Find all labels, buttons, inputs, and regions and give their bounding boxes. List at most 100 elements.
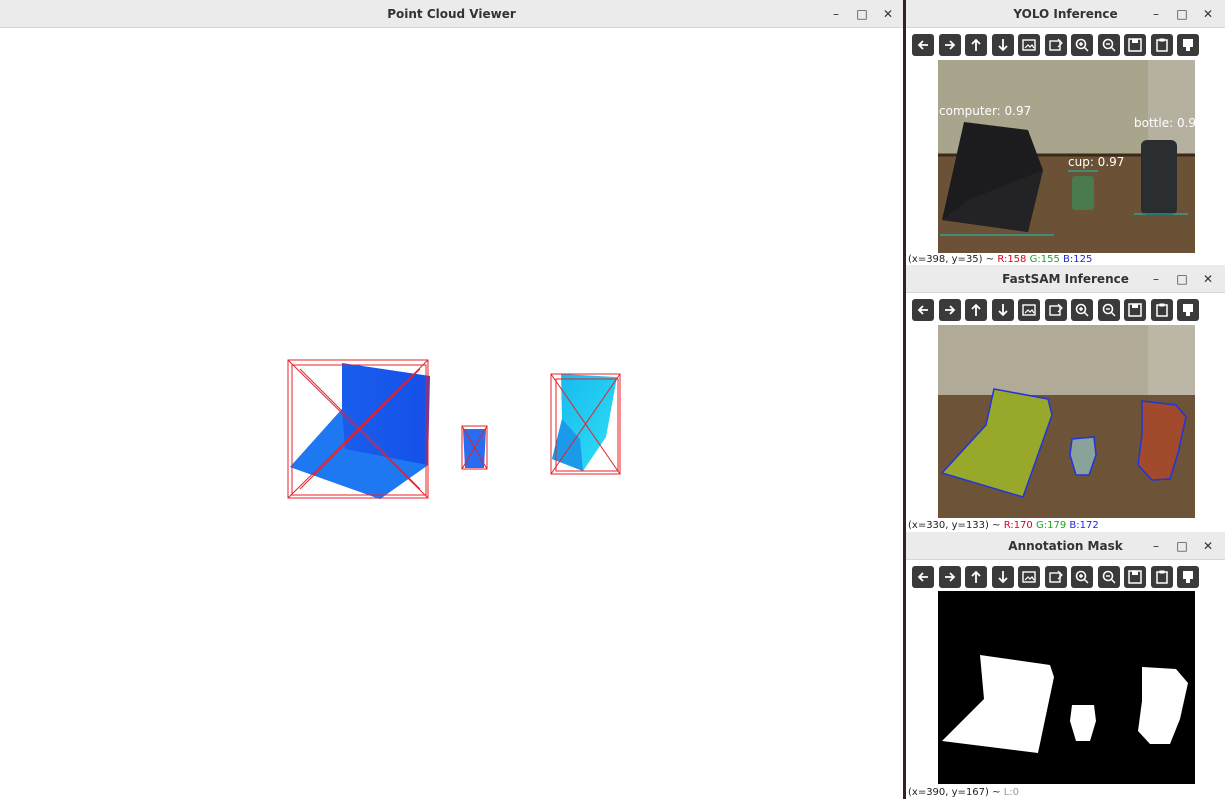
point-cloud-canvas[interactable]: [0, 29, 903, 799]
zoom-out-button[interactable]: [1097, 299, 1120, 321]
mask-window: Annotation Mask – □ ✕ (x=390, y=167) ~ L…: [906, 532, 1225, 799]
arrow-left-button[interactable]: [912, 566, 934, 588]
status-blue: B:172: [1069, 520, 1099, 531]
arrow-right-icon: [944, 572, 955, 582]
arrow-left-icon: [917, 305, 928, 315]
save-icon: [1128, 38, 1142, 52]
close-button[interactable]: ✕: [877, 3, 899, 25]
arrow-right-icon: [944, 40, 955, 50]
properties-icon: [1183, 571, 1193, 583]
clipboard-icon: [1155, 38, 1168, 52]
point-cloud-window: Point Cloud Viewer – □ ✕: [0, 0, 903, 799]
window-title: FastSAM Inference: [1002, 271, 1129, 286]
clipboard-button[interactable]: [1150, 566, 1173, 588]
zoom-in-icon: [1075, 570, 1089, 584]
status-bar: (x=398, y=35) ~ R:158 G:155 B:125: [908, 254, 1092, 265]
arrow-right-button[interactable]: [938, 299, 961, 321]
minimize-button[interactable]: –: [1145, 3, 1167, 25]
arrow-down-icon: [997, 304, 1008, 317]
detection-label-computer: computer: 0.97: [939, 104, 1032, 118]
toolbar: [912, 299, 1199, 321]
status-red: R:158: [997, 254, 1027, 265]
toolbar: [912, 34, 1199, 56]
properties-button[interactable]: [1177, 566, 1199, 588]
arrow-right-button[interactable]: [938, 566, 961, 588]
zoom-out-button[interactable]: [1097, 566, 1120, 588]
image-edit-icon: [1048, 570, 1063, 583]
fastsam-window: FastSAM Inference – □ ✕ (x=330, y=133) ~…: [906, 265, 1225, 532]
maximize-button[interactable]: □: [1171, 535, 1193, 557]
arrow-right-button[interactable]: [938, 34, 961, 56]
properties-button[interactable]: [1177, 299, 1199, 321]
image-button[interactable]: [1018, 34, 1040, 56]
clipboard-icon: [1155, 303, 1168, 317]
zoom-in-button[interactable]: [1071, 299, 1093, 321]
image-edit-button[interactable]: [1044, 299, 1067, 321]
image-icon: [1022, 39, 1036, 51]
arrow-up-button[interactable]: [965, 299, 987, 321]
detection-label-bottle: bottle: 0.9: [1134, 116, 1195, 130]
close-button[interactable]: ✕: [1197, 268, 1219, 290]
status-label: L:0: [1003, 787, 1019, 798]
image-button[interactable]: [1018, 566, 1040, 588]
status-coords: (x=330, y=133) ~: [908, 520, 1001, 531]
close-button[interactable]: ✕: [1197, 535, 1219, 557]
properties-icon: [1183, 39, 1193, 51]
arrow-down-button[interactable]: [991, 566, 1014, 588]
clipboard-button[interactable]: [1150, 34, 1173, 56]
zoom-in-button[interactable]: [1071, 566, 1093, 588]
image-edit-icon: [1048, 303, 1063, 316]
arrow-up-button[interactable]: [965, 34, 987, 56]
image-button[interactable]: [1018, 299, 1040, 321]
arrow-left-icon: [917, 40, 928, 50]
arrow-down-icon: [997, 39, 1008, 52]
zoom-in-icon: [1075, 38, 1089, 52]
arrow-right-icon: [944, 305, 955, 315]
arrow-up-icon: [971, 570, 981, 583]
arrow-left-button[interactable]: [912, 299, 934, 321]
image-icon: [1022, 304, 1036, 316]
image-icon: [1022, 571, 1036, 583]
yolo-window: YOLO Inference – □ ✕ computer: 0.97 bott…: [906, 0, 1225, 265]
clipboard-button[interactable]: [1150, 299, 1173, 321]
status-green: G:155: [1029, 254, 1060, 265]
arrow-up-button[interactable]: [965, 566, 987, 588]
zoom-in-button[interactable]: [1071, 34, 1093, 56]
save-button[interactable]: [1124, 34, 1146, 56]
arrow-up-icon: [971, 303, 981, 316]
minimize-button[interactable]: –: [1145, 535, 1167, 557]
minimize-button[interactable]: –: [1145, 268, 1167, 290]
properties-icon: [1183, 304, 1193, 316]
fastsam-image[interactable]: [938, 325, 1195, 518]
image-edit-button[interactable]: [1044, 34, 1067, 56]
image-edit-button[interactable]: [1044, 566, 1067, 588]
save-icon: [1128, 303, 1142, 317]
status-bar: (x=330, y=133) ~ R:170 G:179 B:172: [908, 520, 1099, 531]
maximize-button[interactable]: □: [1171, 268, 1193, 290]
zoom-out-icon: [1102, 38, 1116, 52]
maximize-button[interactable]: □: [1171, 3, 1193, 25]
arrow-down-button[interactable]: [991, 34, 1014, 56]
zoom-in-icon: [1075, 303, 1089, 317]
titlebar[interactable]: Point Cloud Viewer: [0, 0, 903, 28]
arrow-down-button[interactable]: [991, 299, 1014, 321]
toolbar: [912, 566, 1199, 588]
status-bar: (x=390, y=167) ~ L:0: [908, 787, 1019, 798]
zoom-out-button[interactable]: [1097, 34, 1120, 56]
minimize-button[interactable]: –: [825, 3, 847, 25]
status-coords: (x=390, y=167) ~: [908, 787, 1001, 798]
status-coords: (x=398, y=35) ~: [908, 254, 995, 265]
zoom-out-icon: [1102, 303, 1116, 317]
properties-button[interactable]: [1177, 34, 1199, 56]
arrow-left-button[interactable]: [912, 34, 934, 56]
window-title: YOLO Inference: [1013, 6, 1118, 21]
clipboard-icon: [1155, 570, 1168, 584]
save-button[interactable]: [1124, 299, 1146, 321]
arrow-left-icon: [917, 572, 928, 582]
arrow-up-icon: [971, 38, 981, 51]
save-button[interactable]: [1124, 566, 1146, 588]
yolo-image[interactable]: computer: 0.97 bottle: 0.9 cup: 0.97: [938, 60, 1195, 253]
maximize-button[interactable]: □: [851, 3, 873, 25]
mask-image[interactable]: [938, 591, 1195, 784]
close-button[interactable]: ✕: [1197, 3, 1219, 25]
